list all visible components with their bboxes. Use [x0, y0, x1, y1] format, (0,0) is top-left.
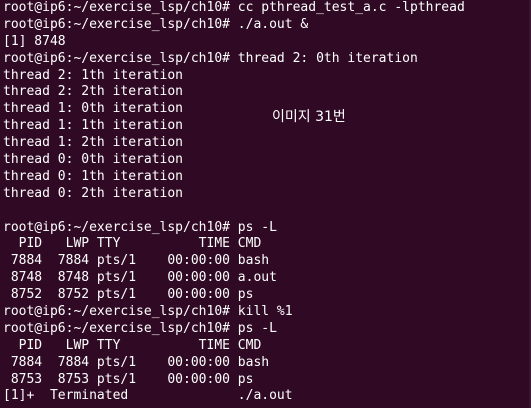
terminal-line: [1] 8748 [3, 33, 66, 49]
terminal-window[interactable]: root@ip6:~/exercise_lsp/ch10# cc pthread… [0, 0, 531, 408]
image-caption-label: 이미지 31번 [272, 109, 346, 125]
terminal-line: thread 2: 2th iteration [3, 84, 184, 100]
terminal-line: root@ip6:~/exercise_lsp/ch10# cc pthread… [3, 0, 465, 15]
terminal-line: thread 0: 1th iteration [3, 168, 184, 184]
terminal-line: root@ip6:~/exercise_lsp/ch10# thread 2: … [3, 50, 418, 66]
terminal-line: root@ip6:~/exercise_lsp/ch10# kill %1 [3, 304, 293, 320]
terminal-output: root@ip6:~/exercise_lsp/ch10# cc pthread… [3, 0, 465, 405]
terminal-line: thread 0: 0th iteration [3, 152, 184, 168]
terminal-line: PID LWP TTY TIME CMD [3, 236, 262, 252]
terminal-line: [1]+ Terminated ./a.out [3, 388, 293, 404]
terminal-line: 8748 8748 pts/1 00:00:00 a.out [3, 270, 277, 286]
terminal-line: 8752 8752 pts/1 00:00:00 ps [3, 287, 254, 303]
terminal-line: 8753 8753 pts/1 00:00:00 ps [3, 371, 254, 387]
terminal-line: 7884 7884 pts/1 00:00:00 bash [3, 253, 270, 269]
terminal-line: PID LWP TTY TIME CMD [3, 337, 262, 353]
terminal-line: thread 1: 0th iteration [3, 101, 184, 117]
terminal-line: root@ip6:~/exercise_lsp/ch10# ./a.out & [3, 16, 309, 32]
terminal-line: thread 1: 2th iteration [3, 135, 184, 151]
terminal-line: thread 0: 2th iteration [3, 185, 184, 201]
terminal-line: thread 2: 1th iteration [3, 67, 184, 83]
terminal-line: root@ip6:~/exercise_lsp/ch10# ps -L [3, 219, 277, 235]
terminal-line: root@ip6:~/exercise_lsp/ch10# ps -L [3, 320, 277, 336]
terminal-line: thread 1: 1th iteration [3, 118, 184, 134]
terminal-line: 7884 7884 pts/1 00:00:00 bash [3, 354, 270, 370]
